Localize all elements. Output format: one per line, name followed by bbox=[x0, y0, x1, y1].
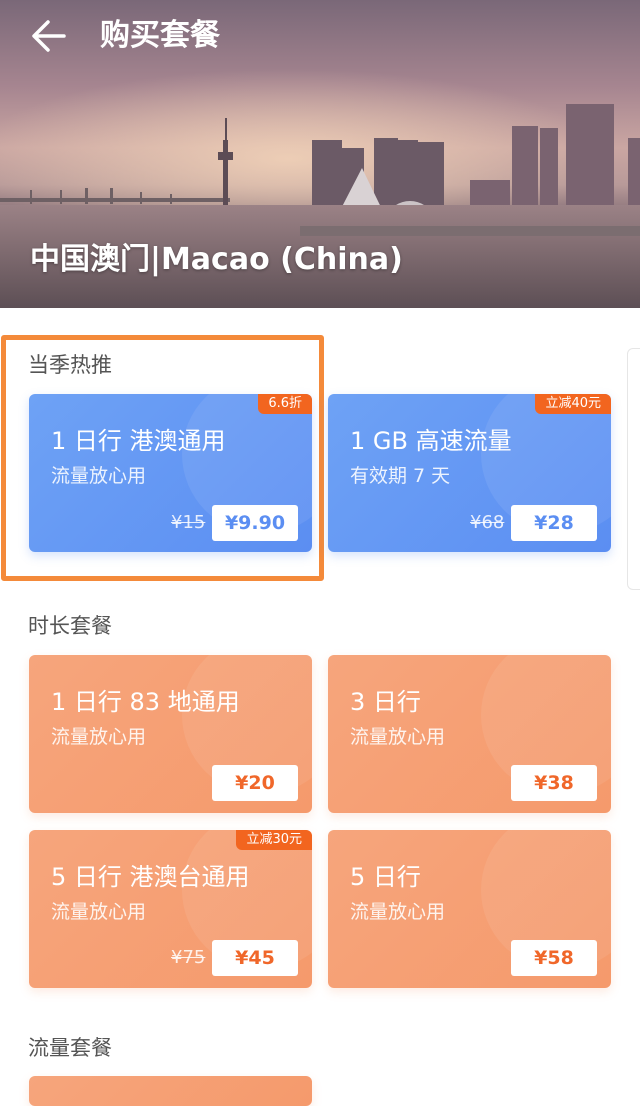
package-name: 3 日行 bbox=[350, 688, 421, 716]
package-subtitle: 流量放心用 bbox=[51, 901, 147, 923]
discount-badge: 立减30元 bbox=[236, 830, 312, 850]
package-card-hot-1[interactable]: 6.6折 1 日行 港澳通用 流量放心用 ¥15 ¥9.90 bbox=[29, 394, 312, 552]
price-button[interactable]: ¥45 bbox=[212, 940, 298, 976]
price-button[interactable]: ¥38 bbox=[511, 765, 597, 801]
package-name: 5 日行 bbox=[350, 863, 421, 891]
destination-banner: 购买套餐 中国澳门|Macao (China) bbox=[0, 0, 640, 308]
original-price: ¥68 bbox=[470, 512, 505, 533]
back-button[interactable] bbox=[30, 16, 70, 56]
page-title: 购买套餐 bbox=[100, 18, 220, 53]
package-name: 1 日行 港澳通用 bbox=[51, 427, 226, 455]
section-title-duration: 时长套餐 bbox=[28, 614, 112, 638]
package-subtitle: 流量放心用 bbox=[51, 465, 147, 487]
package-card-data-1[interactable] bbox=[29, 1076, 312, 1106]
package-subtitle: 流量放心用 bbox=[350, 901, 446, 923]
package-name: 1 日行 83 地通用 bbox=[51, 688, 240, 716]
price-button[interactable]: ¥28 bbox=[511, 505, 597, 541]
price-button[interactable]: ¥58 bbox=[511, 940, 597, 976]
section-title-data: 流量套餐 bbox=[28, 1036, 112, 1060]
arrow-left-icon bbox=[32, 20, 66, 52]
original-price: ¥15 bbox=[171, 512, 206, 533]
destination-name: 中国澳门|Macao (China) bbox=[30, 242, 403, 277]
package-card-duration-3[interactable]: 立减30元 5 日行 港澳台通用 流量放心用 ¥75 ¥45 bbox=[29, 830, 312, 988]
package-card-duration-2[interactable]: 3 日行 流量放心用 ¥38 bbox=[328, 655, 611, 813]
package-subtitle: 有效期 7 天 bbox=[350, 465, 451, 487]
package-card-duration-1[interactable]: 1 日行 83 地通用 流量放心用 ¥20 bbox=[29, 655, 312, 813]
package-subtitle: 流量放心用 bbox=[350, 726, 446, 748]
discount-badge: 6.6折 bbox=[258, 394, 312, 414]
package-subtitle: 流量放心用 bbox=[51, 726, 147, 748]
price-button[interactable]: ¥9.90 bbox=[212, 505, 298, 541]
original-price: ¥75 bbox=[171, 947, 206, 968]
package-name: 1 GB 高速流量 bbox=[350, 427, 512, 455]
package-card-duration-4[interactable]: 5 日行 流量放心用 ¥58 bbox=[328, 830, 611, 988]
price-button[interactable]: ¥20 bbox=[212, 765, 298, 801]
package-card-hot-2[interactable]: 立减40元 1 GB 高速流量 有效期 7 天 ¥68 ¥28 bbox=[328, 394, 611, 552]
package-name: 5 日行 港澳台通用 bbox=[51, 863, 250, 891]
discount-badge: 立减40元 bbox=[535, 394, 611, 414]
next-card-peek bbox=[627, 348, 640, 590]
